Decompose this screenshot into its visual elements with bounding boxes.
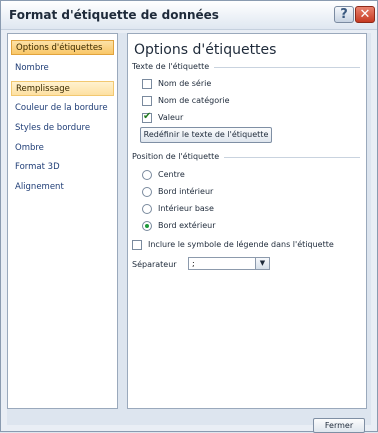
series-name-checkbox[interactable]: [142, 79, 152, 89]
category-name-checkbox[interactable]: [142, 96, 152, 106]
sidebar-item-couleur-bordure[interactable]: Couleur de la bordure: [11, 101, 114, 116]
dialog-window: Format d'étiquette de données ? ✕ Option…: [0, 0, 378, 433]
dialog-title: Format d'étiquette de données: [9, 8, 219, 22]
sidebar-item-options-etiquettes[interactable]: Options d'étiquettes: [11, 40, 114, 55]
reset-label-text-button[interactable]: Redéfinir le texte de l'étiquette: [140, 127, 272, 143]
sidebar-item-styles-bordure[interactable]: Styles de bordure: [11, 121, 114, 136]
legend-key-checkbox[interactable]: [132, 240, 142, 250]
sidebar-item-format-3d[interactable]: Format 3D: [11, 160, 114, 175]
value-label: Valeur: [158, 113, 184, 122]
position-outside-end-radio[interactable]: [142, 221, 152, 231]
value-checkbox[interactable]: [142, 111, 152, 123]
position-centre-radio[interactable]: [142, 170, 152, 180]
help-button[interactable]: ?: [334, 6, 354, 23]
position-centre-label: Centre: [158, 170, 185, 179]
separator-label: Séparateur: [132, 260, 177, 269]
position-outside-end-label: Bord extérieur: [158, 221, 216, 230]
divider: [224, 157, 360, 158]
divider: [214, 67, 360, 68]
position-inside-end-label: Bord intérieur: [158, 187, 214, 196]
position-inside-base-label: Intérieur base: [158, 204, 214, 213]
content-panel: Options d'étiquettes Texte de l'étiquett…: [127, 33, 367, 409]
title-bar[interactable]: Format d'étiquette de données ? ✕: [1, 1, 377, 30]
sidebar-nav: Options d'étiquettes Nombre Remplissage …: [7, 33, 118, 409]
page-title: Options d'étiquettes: [134, 42, 277, 58]
sidebar-item-alignement[interactable]: Alignement: [11, 180, 114, 195]
position-inside-end-radio[interactable]: [142, 187, 152, 197]
fermer-button[interactable]: Fermer: [313, 418, 365, 433]
series-name-label: Nom de série: [158, 79, 212, 88]
legend-key-label: Inclure le symbole de légende dans l'éti…: [148, 240, 334, 249]
separator-select[interactable]: ; ▼: [188, 257, 270, 270]
separator-value: ;: [192, 259, 195, 268]
close-icon[interactable]: ✕: [355, 6, 375, 23]
category-name-label: Nom de catégorie: [158, 96, 230, 105]
sidebar-item-nombre[interactable]: Nombre: [11, 61, 114, 76]
sidebar-item-ombre[interactable]: Ombre: [11, 141, 114, 156]
position-inside-base-radio[interactable]: [142, 204, 152, 214]
chevron-down-icon[interactable]: ▼: [255, 258, 269, 269]
text-group-label: Texte de l'étiquette: [132, 62, 210, 71]
position-group-label: Position de l'étiquette: [132, 152, 220, 161]
sidebar-item-remplissage[interactable]: Remplissage: [11, 81, 114, 96]
